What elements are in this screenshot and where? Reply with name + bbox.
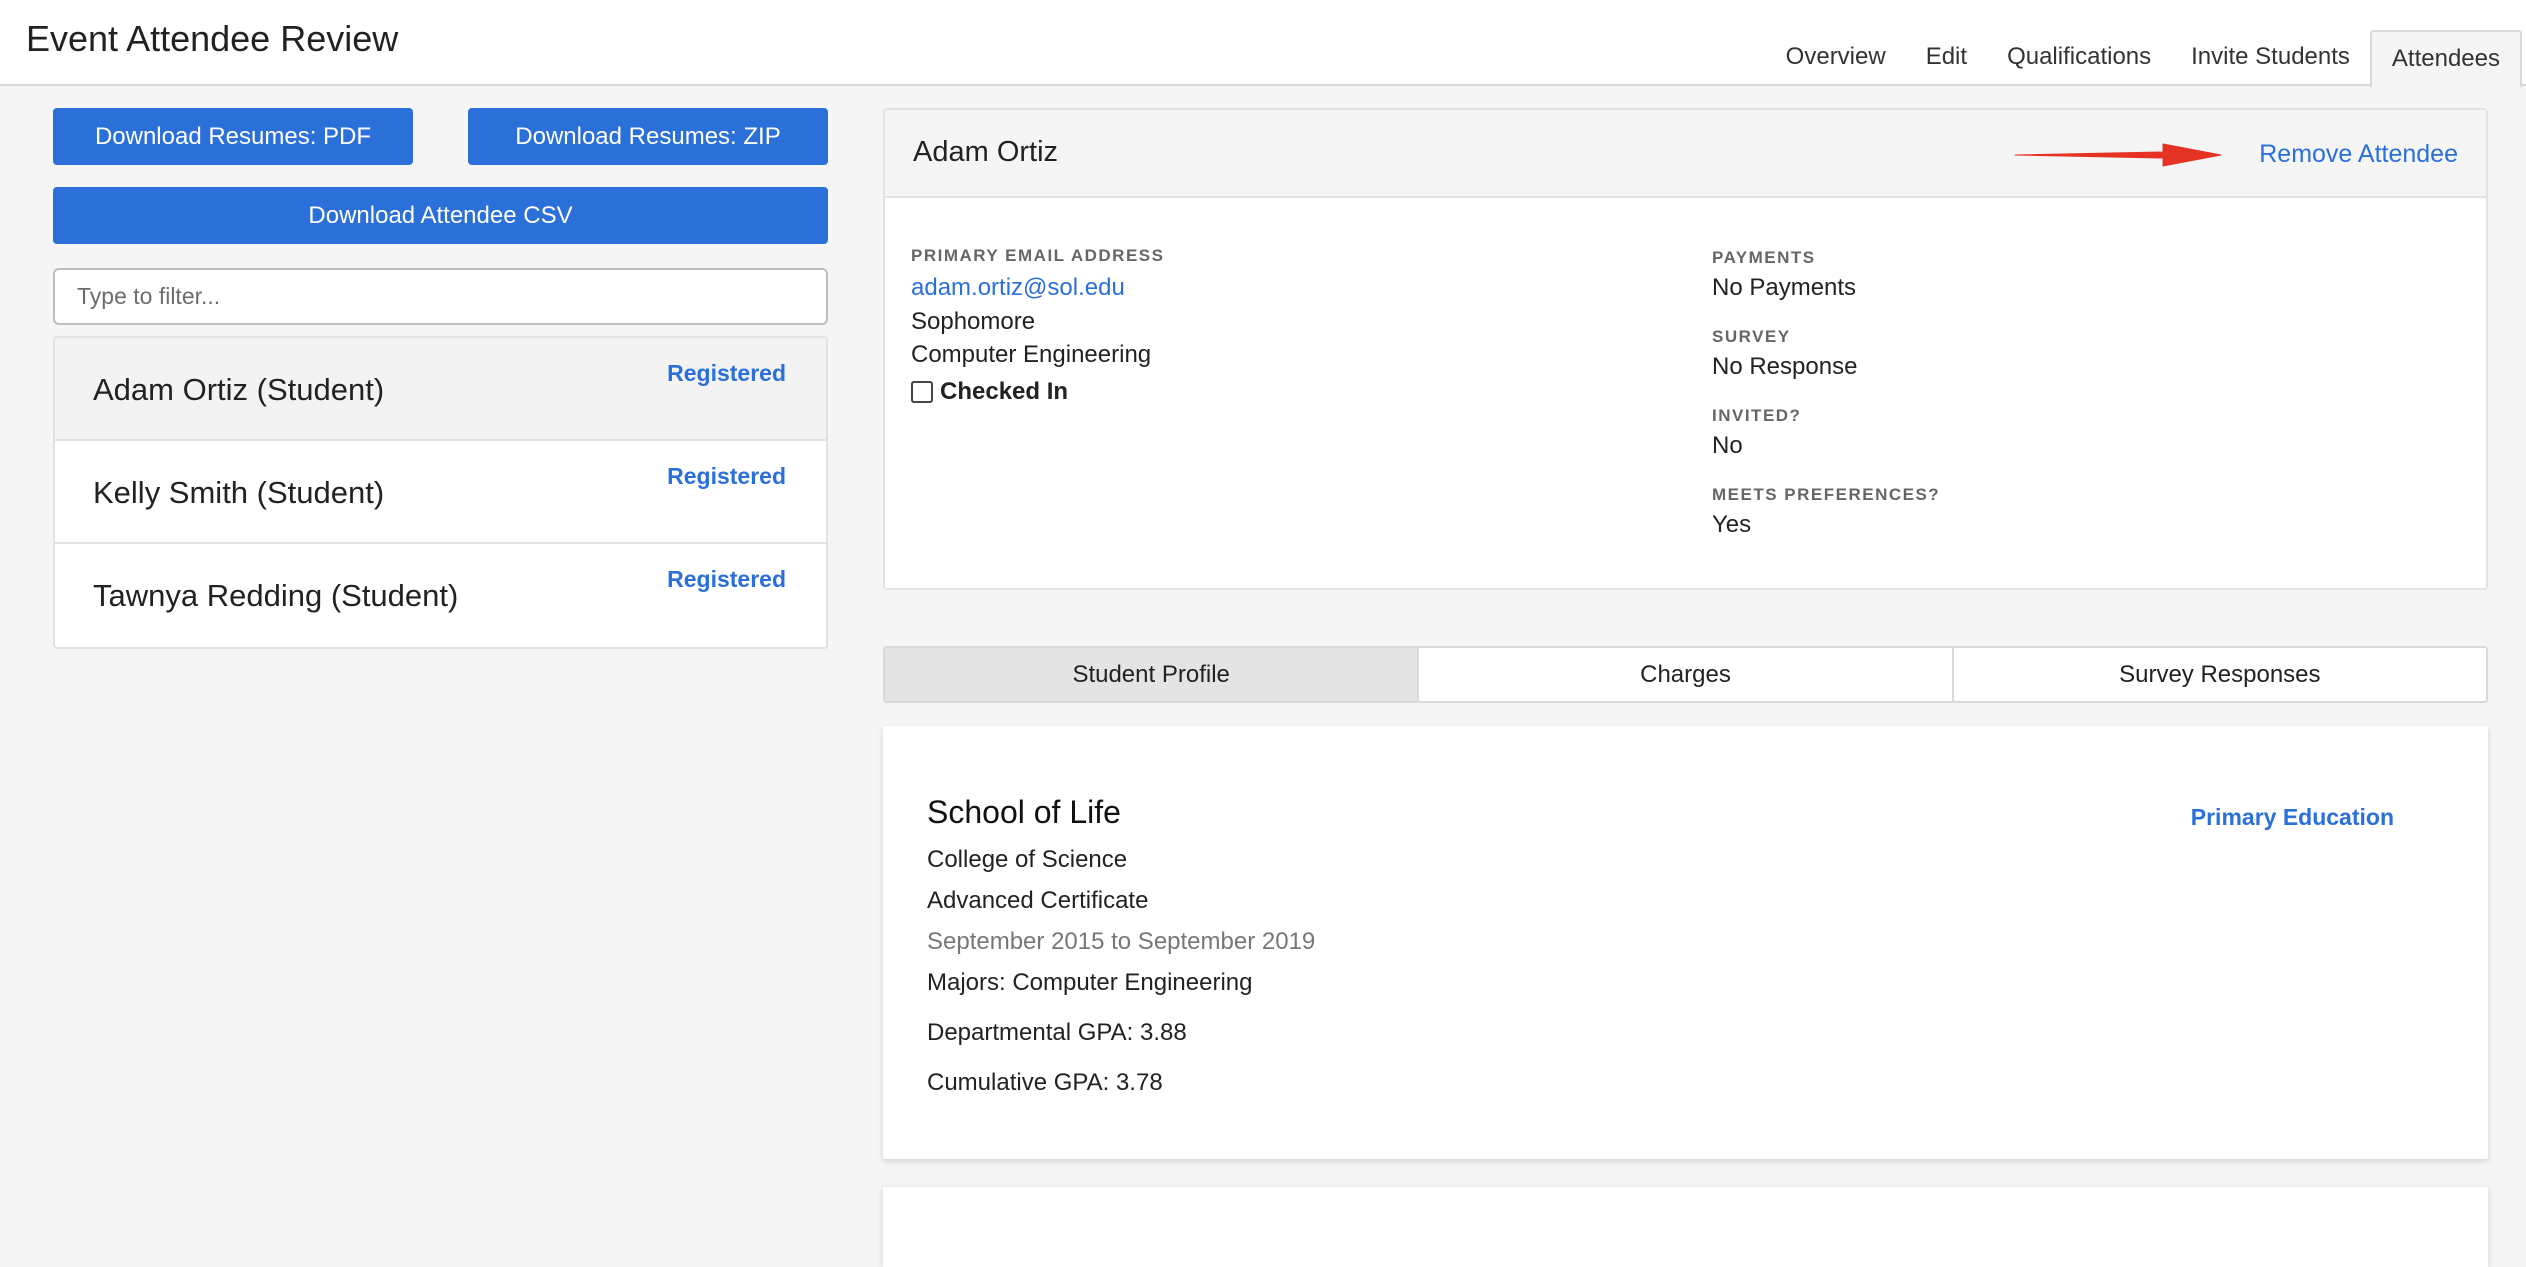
tab-survey-responses[interactable]: Survey Responses xyxy=(1954,648,2486,701)
tab-attendees[interactable]: Attendees xyxy=(2369,30,2522,88)
majors: Majors: Computer Engineering xyxy=(927,969,1253,996)
tab-qualifications[interactable]: Qualifications xyxy=(1987,30,2171,86)
education-card: School of Life Primary Education College… xyxy=(883,726,2488,1159)
attendee-item-tawnya-redding[interactable]: Tawnya Redding (Student) Registered xyxy=(55,544,826,647)
checked-in-label: Checked In xyxy=(940,378,1069,405)
attendee-name: Tawnya Redding (Student) xyxy=(93,578,459,613)
attendee-item-adam-ortiz[interactable]: Adam Ortiz (Student) Registered xyxy=(55,338,826,441)
remove-attendee-link[interactable]: Remove Attendee xyxy=(2259,140,2458,169)
attendee-list: Adam Ortiz (Student) Registered Kelly Sm… xyxy=(53,336,828,649)
attendee-name: Kelly Smith (Student) xyxy=(93,475,385,510)
survey-label: SURVEY xyxy=(1712,327,1791,346)
registration-status: Registered xyxy=(667,463,786,489)
attendee-detail-name: Adam Ortiz xyxy=(913,136,1059,168)
download-attendee-csv-button[interactable]: Download Attendee CSV xyxy=(53,187,828,244)
education-dates: September 2015 to September 2019 xyxy=(927,928,1316,955)
download-resumes-zip-button[interactable]: Download Resumes: ZIP xyxy=(468,108,828,165)
school-name: School of Life xyxy=(927,794,1121,830)
college-name: College of Science xyxy=(927,846,1128,873)
invited-label: INVITED? xyxy=(1712,406,1802,425)
tab-student-profile[interactable]: Student Profile xyxy=(885,648,1420,701)
email-link[interactable]: adam.ortiz@sol.edu xyxy=(911,274,1125,302)
payments-value: No Payments xyxy=(1712,274,1857,301)
cumulative-gpa: Cumulative GPA: 3.78 xyxy=(927,1069,1163,1096)
checked-in-checkbox[interactable] xyxy=(911,381,933,403)
class-year: Sophomore xyxy=(911,308,1036,335)
degree: Advanced Certificate xyxy=(927,887,1149,914)
tab-invite-students[interactable]: Invite Students xyxy=(2171,30,2370,86)
registration-status: Registered xyxy=(667,360,786,386)
attendee-item-kelly-smith[interactable]: Kelly Smith (Student) Registered xyxy=(55,441,826,544)
invited-value: No xyxy=(1712,432,1743,459)
top-bar: Event Attendee Review Overview Edit Qual… xyxy=(0,0,2526,88)
page-tabs: Overview Edit Qualifications Invite Stud… xyxy=(1766,30,2526,88)
page-title: Event Attendee Review xyxy=(26,18,399,59)
attendee-detail-card: Adam Ortiz Remove Attendee PRIMARY EMAIL… xyxy=(883,108,2488,590)
departmental-gpa: Departmental GPA: 3.88 xyxy=(927,1019,1187,1046)
email-label: PRIMARY EMAIL ADDRESS xyxy=(911,246,1165,265)
payments-label: PAYMENTS xyxy=(1712,248,1816,267)
tab-edit[interactable]: Edit xyxy=(1906,30,1987,86)
meets-preferences-label: MEETS PREFERENCES? xyxy=(1712,485,1941,504)
next-card xyxy=(883,1187,2488,1267)
attendee-filter-input[interactable] xyxy=(53,268,828,325)
attendee-detail-header: Adam Ortiz Remove Attendee xyxy=(885,110,2486,198)
primary-education-badge: Primary Education xyxy=(2190,804,2394,830)
tab-charges[interactable]: Charges xyxy=(1419,648,1954,701)
checked-in-row: Checked In xyxy=(911,378,1068,406)
attendee-name: Adam Ortiz (Student) xyxy=(93,372,385,407)
major: Computer Engineering xyxy=(911,341,1152,368)
survey-value: No Response xyxy=(1712,353,1858,380)
tab-overview[interactable]: Overview xyxy=(1766,30,1906,86)
red-arrow-icon xyxy=(2014,143,2222,167)
profile-subtabs: Student Profile Charges Survey Responses xyxy=(883,646,2488,703)
meets-preferences-value: Yes xyxy=(1712,511,1752,538)
download-resumes-pdf-button[interactable]: Download Resumes: PDF xyxy=(53,108,413,165)
registration-status: Registered xyxy=(667,566,786,592)
